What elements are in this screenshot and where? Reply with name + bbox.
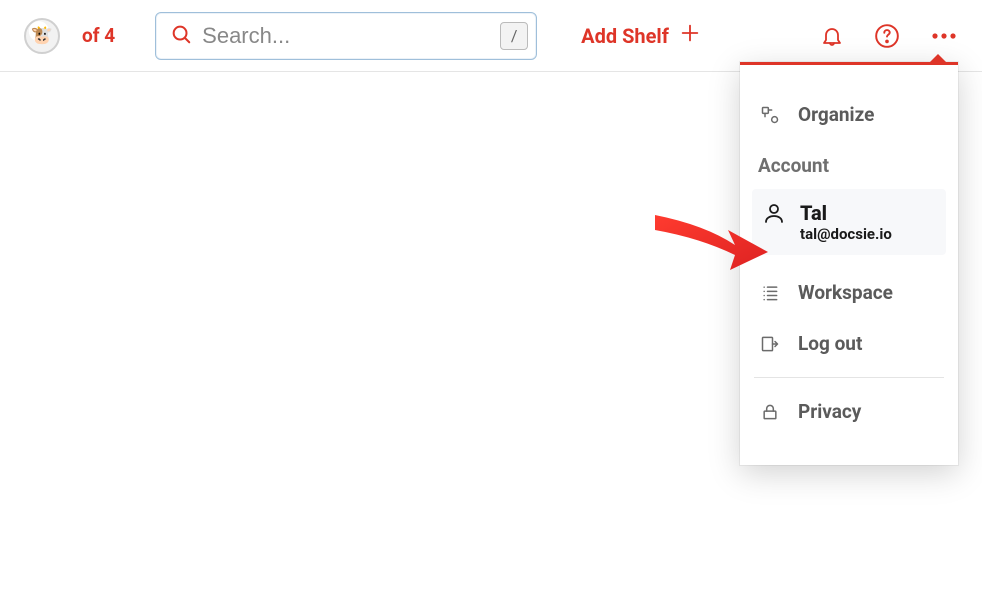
logout-icon bbox=[758, 334, 782, 354]
lock-icon bbox=[758, 402, 782, 422]
account-name: Tal bbox=[800, 201, 892, 225]
top-icon-group bbox=[820, 23, 958, 49]
search-input[interactable] bbox=[202, 23, 500, 49]
logout-label: Log out bbox=[798, 332, 862, 355]
account-email: tal@docsie.io bbox=[800, 225, 892, 243]
page-counter: of 4 bbox=[82, 24, 115, 47]
search-icon bbox=[170, 23, 192, 49]
menu-divider bbox=[754, 377, 944, 378]
organize-icon bbox=[758, 105, 782, 125]
bell-icon[interactable] bbox=[820, 24, 844, 48]
account-section-label: Account bbox=[740, 140, 958, 181]
workspace-icon bbox=[758, 283, 782, 303]
more-menu-icon[interactable] bbox=[930, 24, 958, 48]
workspace-label: Workspace bbox=[798, 281, 893, 304]
person-icon bbox=[762, 201, 786, 229]
slash-shortcut-key: / bbox=[500, 22, 528, 50]
search-box[interactable]: / bbox=[155, 12, 537, 60]
menu-item-workspace[interactable]: Workspace bbox=[740, 267, 958, 318]
menu-item-logout[interactable]: Log out bbox=[740, 318, 958, 369]
add-shelf-button[interactable]: Add Shelf bbox=[581, 22, 701, 49]
add-shelf-label: Add Shelf bbox=[581, 24, 669, 48]
avatar[interactable]: 🐮 bbox=[24, 18, 60, 54]
menu-item-privacy[interactable]: Privacy bbox=[740, 386, 958, 437]
topbar: 🐮 of 4 / Add Shelf bbox=[0, 0, 982, 72]
privacy-label: Privacy bbox=[798, 400, 861, 423]
help-icon[interactable] bbox=[874, 23, 900, 49]
menu-item-account[interactable]: Tal tal@docsie.io bbox=[752, 189, 946, 255]
menu-item-organize[interactable]: Organize bbox=[740, 89, 958, 140]
more-menu-dropdown: Organize Account Tal tal@docsie.io bbox=[740, 62, 958, 465]
organize-label: Organize bbox=[798, 103, 874, 126]
plus-icon bbox=[679, 22, 701, 49]
